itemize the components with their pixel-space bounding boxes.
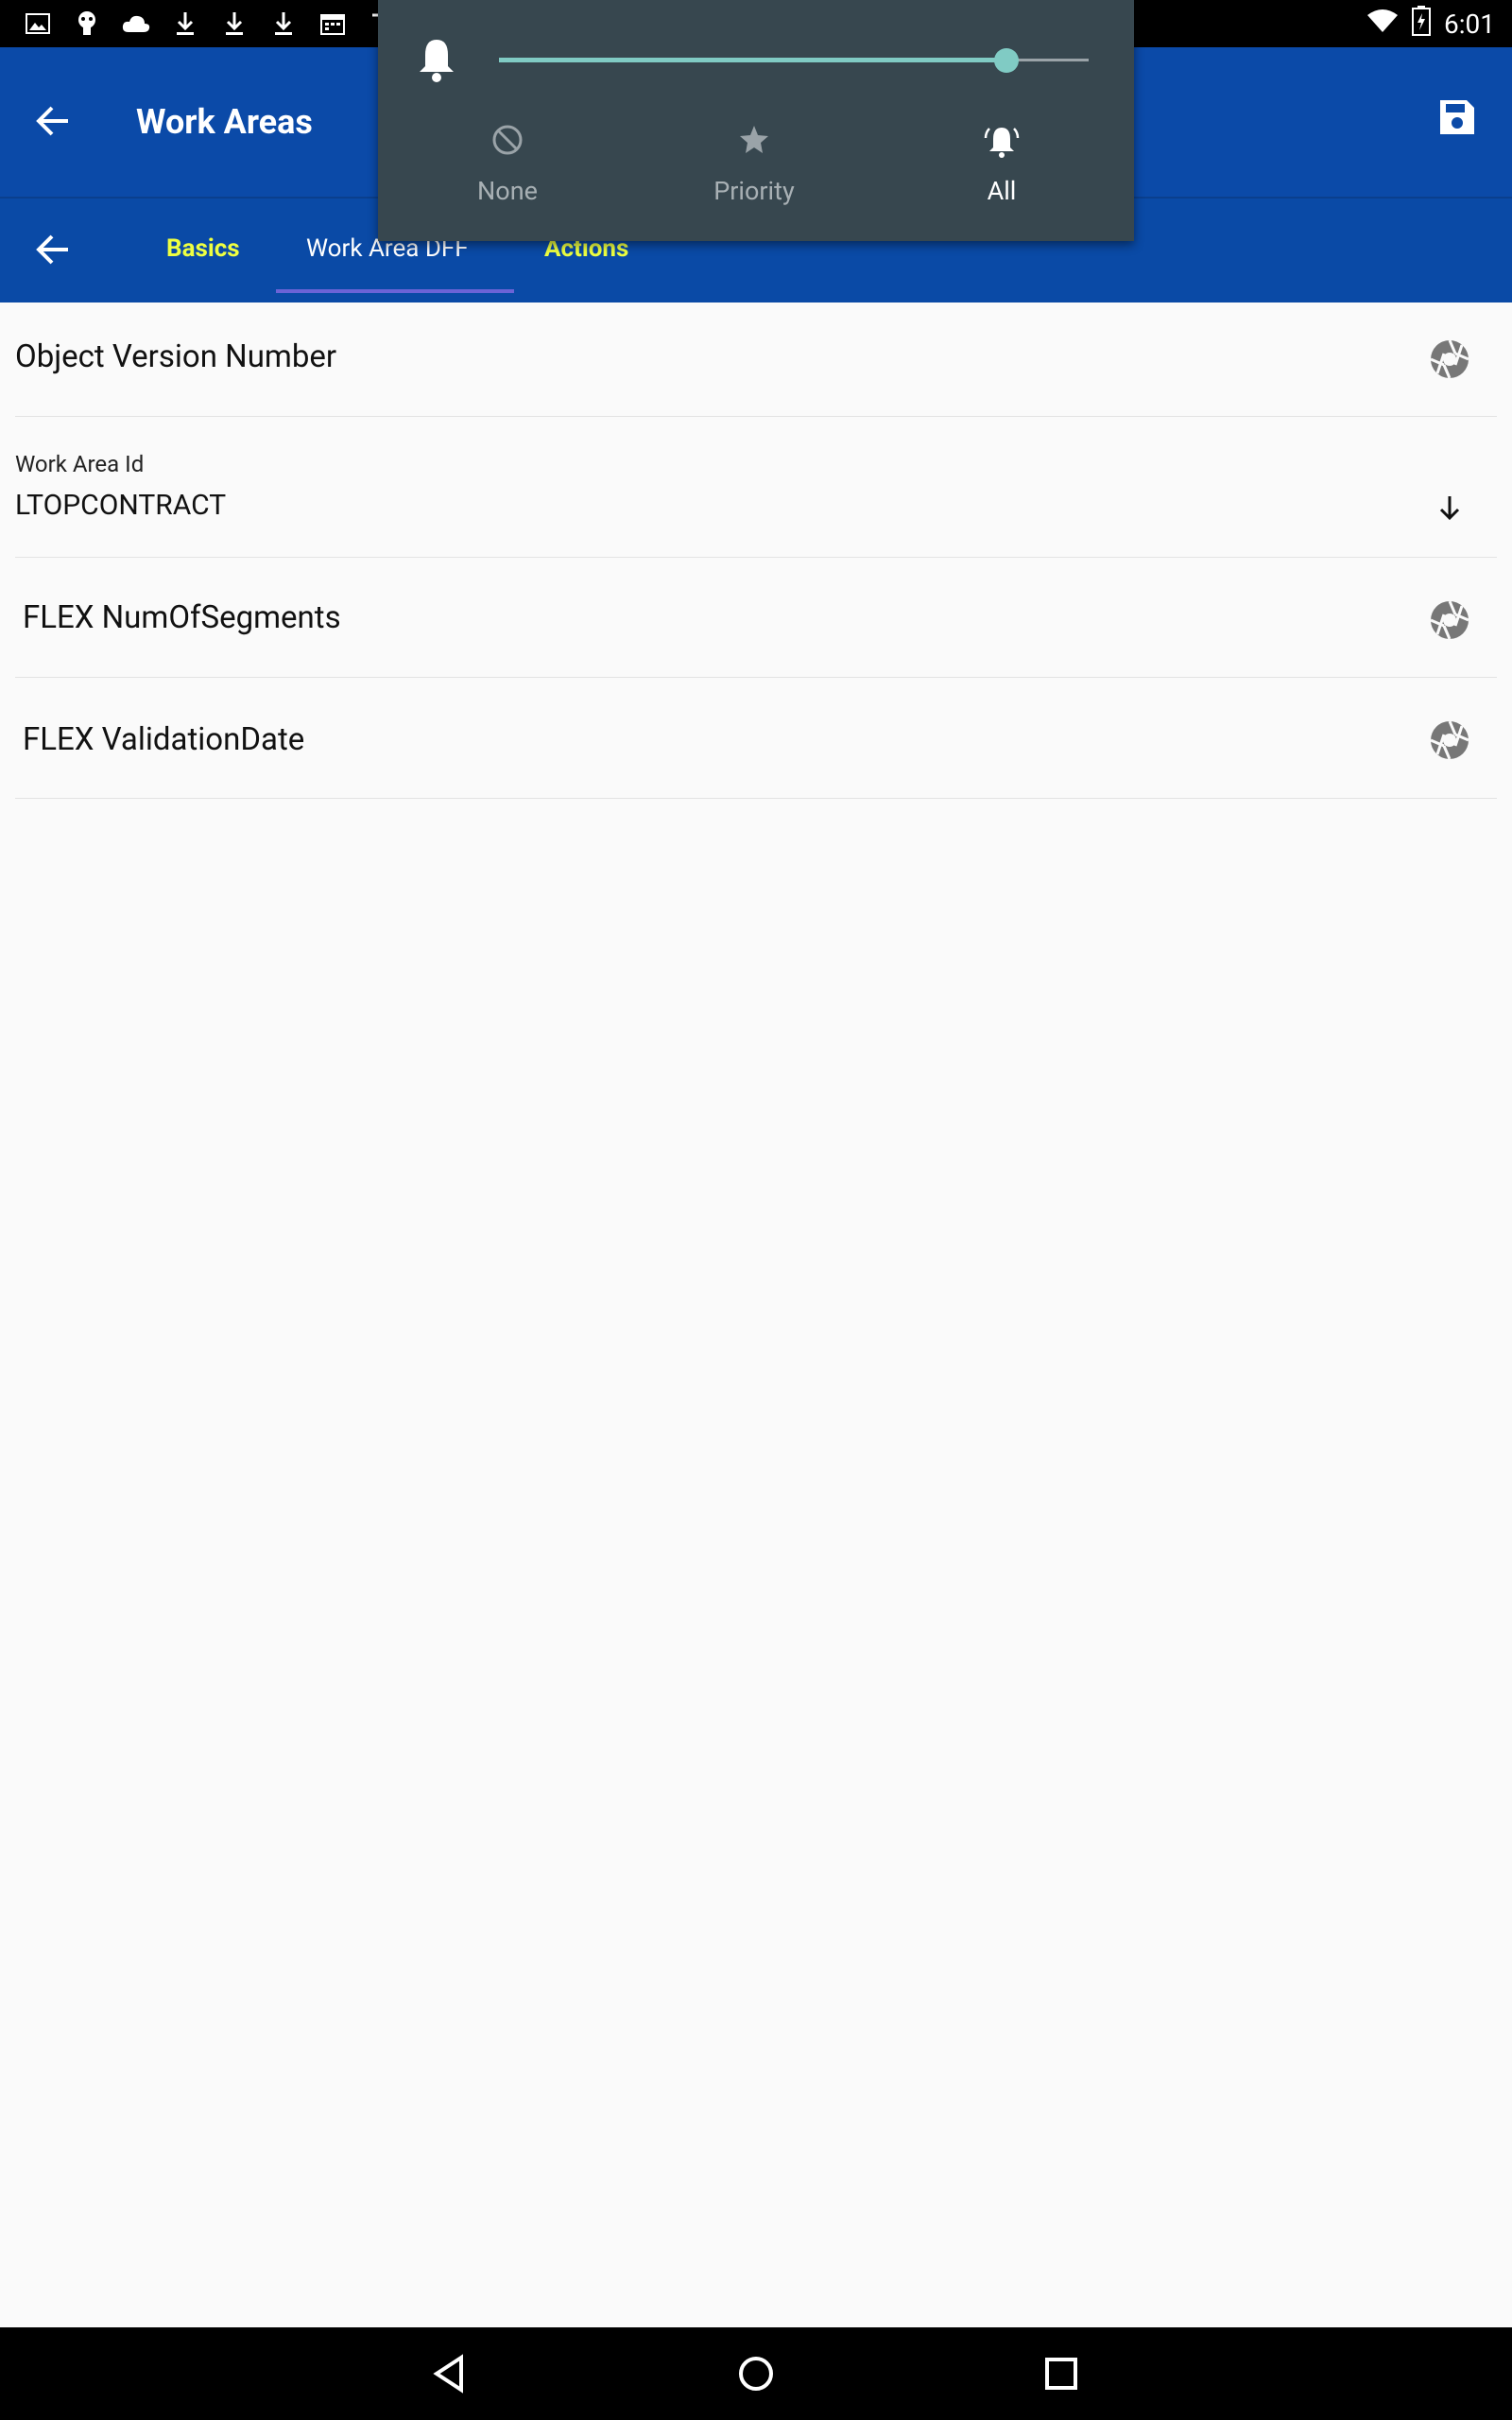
field-label: FLEX NumOfSegments	[23, 599, 341, 636]
image-icon	[21, 8, 55, 40]
tab-back-button[interactable]	[30, 227, 76, 272]
calendar-icon	[316, 8, 350, 40]
bell-ring-icon	[984, 128, 1020, 158]
field-row-object-version-number[interactable]: Object Version Number	[15, 304, 1497, 417]
back-button[interactable]	[30, 98, 76, 144]
save-icon	[1440, 100, 1474, 134]
cloud-icon	[119, 8, 153, 40]
volume-popup: None Priority All	[378, 0, 1134, 241]
mode-all[interactable]: All	[907, 123, 1096, 206]
volume-slider-thumb[interactable]	[993, 48, 1019, 73]
volume-slider-fill	[499, 58, 1006, 62]
block-icon	[492, 125, 523, 155]
status-bar-notification-icons	[21, 8, 399, 40]
clock-text: 6:01	[1444, 9, 1495, 40]
arrow-down-icon[interactable]	[1429, 487, 1470, 528]
field-label: FLEX ValidationDate	[23, 721, 305, 758]
field-label: Object Version Number	[15, 338, 337, 375]
wifi-icon	[1366, 8, 1399, 41]
nav-recents-icon[interactable]	[1038, 2350, 1085, 2397]
field-row-flex-numofsegments[interactable]: FLEX NumOfSegments	[15, 558, 1497, 678]
tab-basics[interactable]: Basics	[166, 234, 240, 263]
arrow-back-icon	[36, 234, 68, 265]
mode-priority[interactable]: Priority	[660, 123, 849, 206]
aperture-icon[interactable]	[1429, 719, 1470, 761]
field-value: LTOPCONTRACT	[15, 489, 227, 522]
download-icon	[266, 8, 301, 40]
tab-indicator	[276, 289, 514, 293]
save-button[interactable]	[1438, 98, 1486, 146]
field-row-flex-validationdate[interactable]: FLEX ValidationDate	[15, 678, 1497, 799]
page-title: Work Areas	[136, 102, 313, 142]
field-row-work-area-id[interactable]: Work Area Id LTOPCONTRACT	[15, 417, 1497, 558]
mode-none-label: None	[477, 176, 538, 206]
android-icon	[70, 8, 104, 40]
bell-icon[interactable]	[416, 36, 457, 83]
download-icon	[217, 8, 251, 40]
mode-none[interactable]: None	[413, 123, 602, 206]
nav-home-icon[interactable]	[732, 2350, 780, 2397]
status-bar-system-icons: 6:01	[1366, 6, 1495, 43]
volume-slider[interactable]	[499, 48, 1089, 73]
nav-back-icon[interactable]	[427, 2350, 474, 2397]
mode-priority-label: Priority	[713, 176, 795, 206]
star-icon	[740, 126, 768, 153]
aperture-icon[interactable]	[1429, 599, 1470, 641]
navigation-bar	[0, 2327, 1512, 2420]
field-small-label: Work Area Id	[15, 451, 145, 477]
battery-icon	[1412, 6, 1431, 43]
download-icon	[168, 8, 202, 40]
mode-all-label: All	[987, 176, 1017, 206]
arrow-back-icon	[36, 106, 68, 136]
aperture-icon[interactable]	[1429, 338, 1470, 380]
